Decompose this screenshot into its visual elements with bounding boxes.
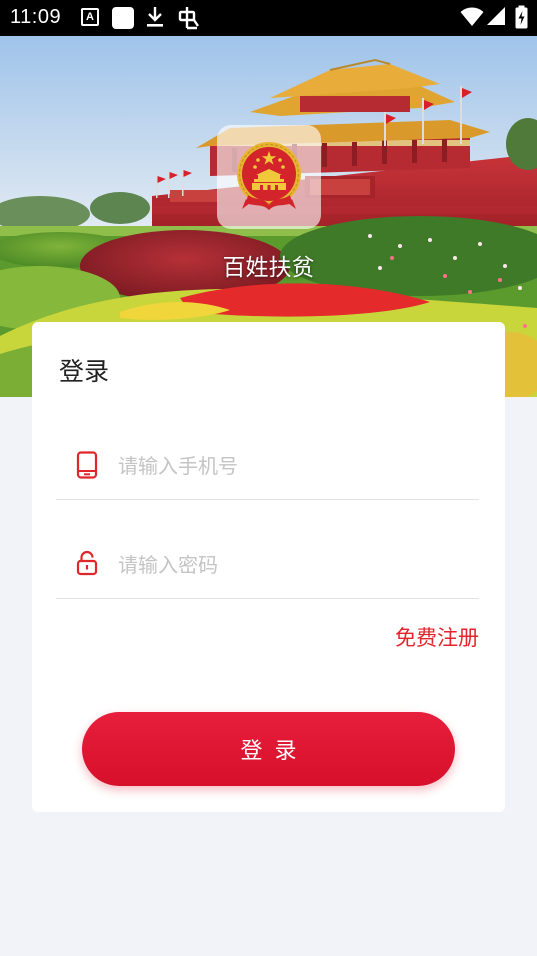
cellular-signal-icon xyxy=(486,6,506,30)
lock-icon xyxy=(76,550,98,580)
login-card: 登录 免费注册 登录 xyxy=(32,322,505,812)
national-emblem-icon xyxy=(234,139,304,215)
bug-icon xyxy=(177,6,201,34)
status-bar: 11:09 A xyxy=(0,0,537,36)
phone-field xyxy=(56,434,479,500)
password-field xyxy=(56,533,479,599)
register-link[interactable]: 免费注册 xyxy=(395,622,479,652)
status-time: 11:09 xyxy=(10,6,62,28)
phone-input[interactable] xyxy=(118,444,468,488)
app-name: 百姓扶贫 xyxy=(222,255,315,281)
login-button[interactable]: 登录 xyxy=(82,712,455,786)
wifi-icon xyxy=(460,7,484,31)
phone-icon xyxy=(76,451,98,483)
download-icon xyxy=(146,6,164,32)
battery-charging-icon xyxy=(515,5,528,33)
text-a-icon: A xyxy=(81,8,99,26)
password-input[interactable] xyxy=(118,543,468,587)
app-logo xyxy=(217,125,321,229)
square-app-icon xyxy=(112,7,134,29)
login-title: 登录 xyxy=(59,357,110,386)
